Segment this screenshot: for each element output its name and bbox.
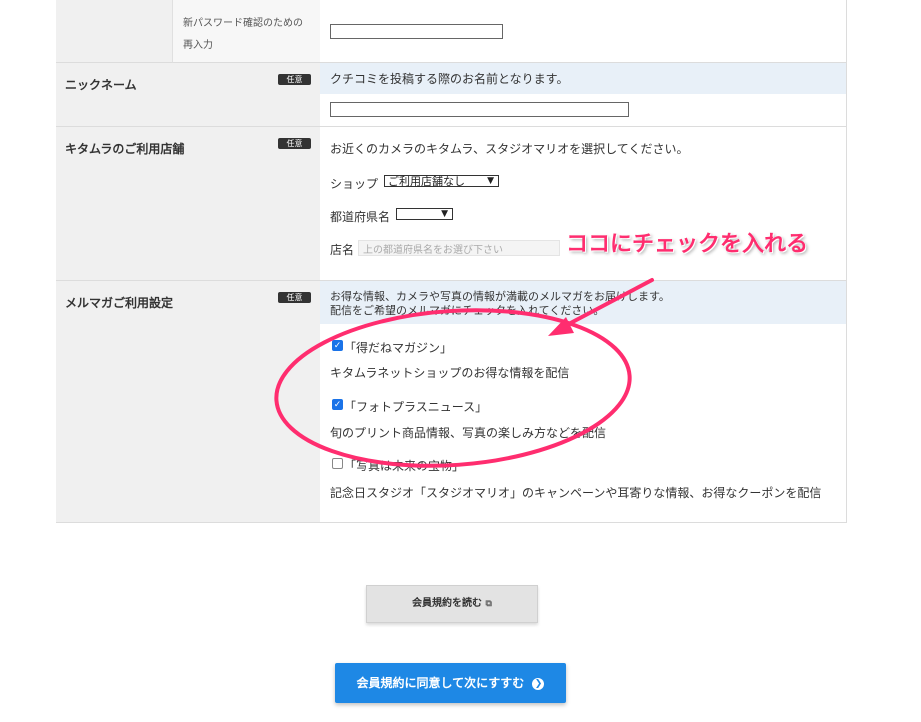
- tokudane-checkbox[interactable]: ✓: [332, 340, 343, 351]
- tokudane-desc: キタムラネットショップのお得な情報を配信: [330, 366, 570, 380]
- newsletter-note-band: お得な情報、カメラや写真の情報が満載のメルマガをお届けします。 配信をご希望のメ…: [320, 281, 846, 324]
- future-treasure-title: 「写真は未来の宝物」: [344, 459, 465, 473]
- tokudane-title: 「得だねマガジン」: [344, 341, 453, 355]
- nickname-note-band: クチコミを投稿する際のお名前となります。: [320, 63, 846, 94]
- optional-badge: 任意: [278, 74, 311, 85]
- newsletter-note-2: 配信をご希望のメルマガにチェックを入れてください。: [330, 304, 605, 317]
- prefecture-label: 都道府県名: [330, 210, 391, 224]
- store-name-field[interactable]: 上の都道府県名をお選び下さい: [358, 240, 560, 256]
- store-label: キタムラのご利用店舗: [65, 142, 185, 156]
- chevron-down-icon: ▼: [487, 176, 494, 186]
- agree-next-button[interactable]: 会員規約に同意して次にすすむ ❯: [335, 663, 566, 703]
- nickname-cell: クチコミを投稿する際のお名前となります。: [320, 63, 847, 127]
- photoplus-checkbox[interactable]: ✓: [332, 399, 343, 410]
- password-confirm-label-2: 再入力: [183, 40, 213, 51]
- password-row-header: 新パスワード確認のための 再入力: [56, 0, 321, 63]
- external-window-icon: ⧉: [485, 599, 492, 609]
- future-treasure-checkbox[interactable]: [332, 458, 343, 469]
- password-confirm-subheader: 新パスワード確認のための 再入力: [172, 0, 321, 63]
- future-treasure-desc: 記念日スタジオ「スタジオマリオ」のキャンペーンや耳寄りな情報、お得なクーポンを配…: [330, 486, 822, 500]
- nickname-row-header: ニックネーム 任意: [56, 63, 321, 127]
- password-confirm-input[interactable]: [330, 24, 503, 39]
- store-name-label: 店名: [330, 243, 355, 257]
- shop-select-value: ご利用店舗なし: [388, 175, 465, 188]
- password-confirm-label-1: 新パスワード確認のための: [183, 18, 303, 29]
- newsletter-row-header: メルマガご利用設定 任意: [56, 281, 321, 523]
- nickname-label: ニックネーム: [65, 78, 137, 92]
- photoplus-desc: 旬のプリント商品情報、写真の楽しみ方などを配信: [330, 426, 607, 440]
- password-confirm-cell: [320, 0, 847, 63]
- read-terms-button[interactable]: 会員規約を読む ⧉: [366, 585, 538, 623]
- optional-badge: 任意: [278, 292, 311, 303]
- photoplus-title: 「フォトプラスニュース」: [344, 400, 488, 414]
- store-row-header: キタムラのご利用店舗 任意: [56, 127, 321, 281]
- shop-label: ショップ: [330, 177, 379, 191]
- read-terms-label: 会員規約を読む: [412, 598, 483, 609]
- shop-select[interactable]: ご利用店舗なし ▼: [384, 175, 499, 188]
- newsletter-cell: お得な情報、カメラや写真の情報が満載のメルマガをお届けします。 配信をご希望のメ…: [320, 281, 847, 523]
- registration-form: 新パスワード確認のための 再入力 ニックネーム 任意 クチコミを投稿する際のお名…: [56, 0, 847, 523]
- store-note: お近くのカメラのキタムラ、スタジオマリオを選択してください。: [330, 142, 689, 156]
- arrow-right-circle-icon: ❯: [532, 677, 545, 690]
- chevron-down-icon: ▼: [441, 209, 448, 219]
- agree-next-label: 会員規約に同意して次にすすむ: [356, 676, 525, 690]
- annotation-text: ココにチェックを入れる: [566, 232, 809, 257]
- optional-badge: 任意: [278, 138, 311, 149]
- nickname-note: クチコミを投稿する際のお名前となります。: [330, 72, 569, 86]
- store-name-placeholder: 上の都道府県名をお選び下さい: [363, 245, 503, 256]
- prefecture-select[interactable]: ▼: [396, 208, 453, 220]
- newsletter-label: メルマガご利用設定: [65, 296, 174, 310]
- nickname-input[interactable]: [330, 102, 629, 117]
